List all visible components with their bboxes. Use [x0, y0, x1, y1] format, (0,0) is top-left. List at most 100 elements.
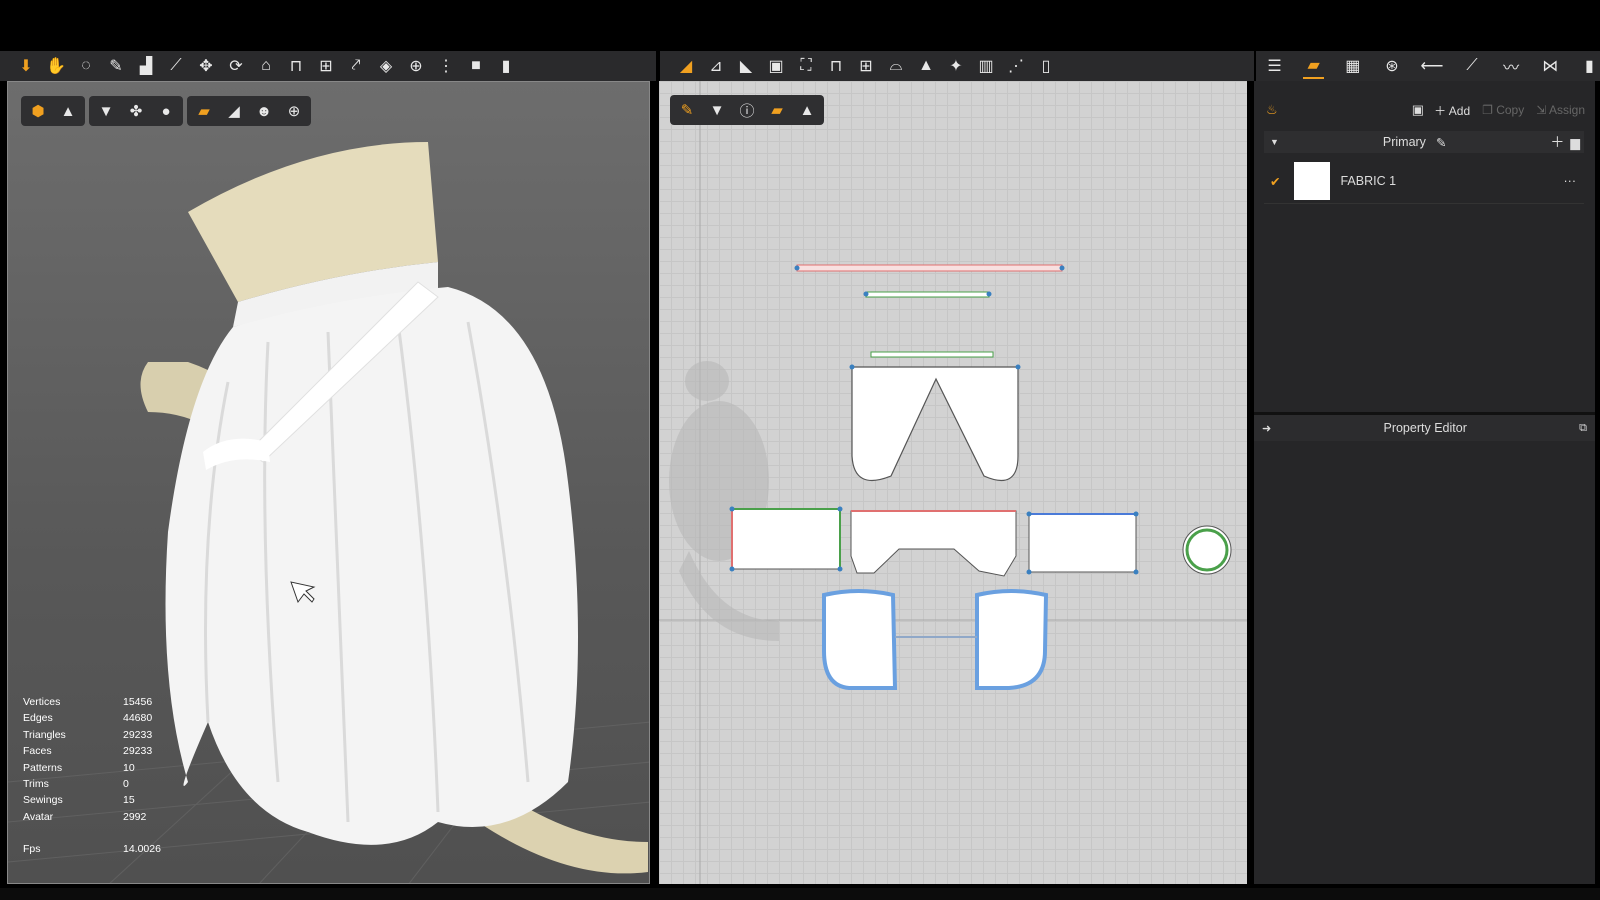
copy-button[interactable]: ❐ Copy	[1482, 103, 1524, 117]
fabric-tab-icon[interactable]: ♨	[1266, 102, 1278, 118]
select-hand-icon[interactable]: ✋	[44, 54, 68, 78]
add-label: Add	[1448, 103, 1471, 118]
assign-label: Assign	[1548, 103, 1585, 117]
pattern-piece-right	[1028, 513, 1137, 573]
arrow-right-icon[interactable]: ➜	[1262, 422, 1271, 435]
viewport-3d-icons: ⬢ ▲ ▼ ✤ ● ▰ ◢ ☻ ⊕	[21, 96, 311, 126]
avatar-view-icon[interactable]: ⬢	[27, 100, 49, 122]
view-group-2d: ✎ ▼ ⓘ ▰ ▲	[670, 95, 824, 125]
object-browser-header: ♨ ▣ ＋ Add ❐ Copy ⇲ Assign	[1254, 99, 1595, 121]
fabric-item[interactable]: ✔ FABRIC 1 ···	[1264, 159, 1584, 204]
viewport-3d[interactable]: ⬢ ▲ ▼ ✤ ● ▰ ◢ ☻ ⊕ Vertices 15456 Edges 446…	[7, 81, 650, 884]
rectangle-icon[interactable]: ▣	[764, 54, 788, 78]
zip-icon[interactable]: 〰	[1501, 54, 1522, 78]
toolbar-panel: ☰ ▰ ▦ ⊛ ⟵ ⟋ 〰 ⋈ ▮	[1256, 51, 1600, 81]
shading-icon[interactable]: ◢	[223, 100, 245, 122]
tshirt-icon[interactable]: ▼	[706, 99, 728, 121]
bow-icon[interactable]: ⋈	[1540, 54, 1561, 78]
lasso-icon[interactable]: ◌	[74, 54, 98, 78]
topstitch-icon[interactable]: ⟵	[1421, 54, 1444, 78]
line-icon[interactable]: ⟋	[1461, 54, 1482, 78]
viewport-2d[interactable]: ✎ ▼ ⓘ ▰ ▲	[659, 81, 1247, 884]
add-fabric-icon[interactable]: ＋	[1550, 132, 1564, 152]
garment-view-icon[interactable]: ▲	[57, 100, 79, 122]
add-button[interactable]: ＋ Add	[1434, 102, 1470, 119]
polygon-icon[interactable]: ◣	[734, 54, 758, 78]
status-bar	[0, 888, 1600, 900]
avatar-silhouette	[669, 361, 779, 641]
tshirt-icon[interactable]: ▼	[95, 100, 117, 122]
pattern-strip-1	[796, 264, 1063, 272]
pointer-icon[interactable]: ⤤	[344, 54, 368, 78]
pattern-piece-ring	[1182, 525, 1232, 575]
internal-polygon-icon[interactable]: ⛶	[794, 54, 818, 78]
view-group-1: ⬢ ▲	[21, 96, 85, 126]
avatar-icon[interactable]: ●	[155, 100, 177, 122]
pin-icon[interactable]: ✥	[194, 54, 218, 78]
property-editor-header: ➜ Property Editor ⧉	[1254, 412, 1595, 441]
folder-icon[interactable]: ▣	[1412, 102, 1424, 118]
line-sewing-icon[interactable]: ⋰	[1004, 54, 1028, 78]
group-row[interactable]: ▼ Primary ✎ ＋ ▆	[1264, 131, 1584, 153]
object-browser: ♨ ▣ ＋ Add ❐ Copy ⇲ Assign ▼ Primary ✎ ＋ …	[1254, 81, 1595, 412]
move-arrow-icon[interactable]: ⬇	[14, 54, 38, 78]
popout-icon[interactable]: ⧉	[1579, 422, 1587, 435]
group-name: Primary	[1382, 135, 1426, 149]
cylinder-icon[interactable]: ▮	[494, 54, 518, 78]
globe-tool-icon[interactable]: ⊕	[404, 54, 428, 78]
pattern-piece-pocket-left	[822, 589, 898, 690]
tshirt-tool-icon[interactable]: ▟	[134, 54, 158, 78]
info-icon[interactable]: ⓘ	[736, 99, 758, 121]
fabric-icon[interactable]: ▰	[1303, 53, 1325, 79]
box-icon[interactable]: ■	[464, 54, 488, 78]
dart-icon[interactable]: ⊓	[824, 54, 848, 78]
edit-pattern-icon[interactable]: ◢	[674, 54, 698, 78]
pattern-piece-pocket-right	[975, 589, 1049, 690]
tack-icon[interactable]: ⊓	[284, 54, 308, 78]
more-icon[interactable]: ···	[1564, 174, 1577, 188]
magnet-icon[interactable]: ◈	[374, 54, 398, 78]
assign-button[interactable]: ⇲ Assign	[1536, 103, 1585, 117]
edit-curvature-icon[interactable]: ⊿	[704, 54, 728, 78]
object-browser-icon[interactable]: ☰	[1264, 54, 1285, 78]
line-tool-icon[interactable]: ⟋	[164, 54, 188, 78]
toolbar-3d: ⬇ ✋ ◌ ✎ ▟ ⟋ ✥ ⟳ ⌂ ⊓ ⊞ ⤤ ◈ ⊕ ⋮ ■ ▮	[0, 51, 656, 81]
fabric-name: FABRIC 1	[1340, 174, 1397, 188]
pleat-icon[interactable]: ▥	[974, 54, 998, 78]
fold-icon[interactable]: ⌂	[254, 54, 278, 78]
fabric-swatch	[1294, 162, 1331, 200]
arrangement-icon[interactable]: ✤	[125, 100, 147, 122]
side-panel: ♨ ▣ ＋ Add ❐ Copy ⇲ Assign ▼ Primary ✎ ＋ …	[1254, 81, 1595, 884]
viewport-2d-icons: ✎ ▼ ⓘ ▰ ▲	[670, 95, 824, 125]
pattern-piece-center	[850, 510, 1017, 577]
pattern-piece-left	[731, 508, 841, 570]
folder-icon[interactable]: ▆	[1570, 135, 1580, 150]
checker-icon[interactable]: ▦	[1342, 54, 1363, 78]
grid-icon[interactable]: ⊞	[854, 54, 878, 78]
light-icon[interactable]: ☻	[253, 100, 275, 122]
property-editor-title: Property Editor	[1383, 421, 1467, 435]
edit-tool-icon[interactable]: ✎	[676, 99, 698, 121]
ruler-icon[interactable]: ▯	[1034, 54, 1058, 78]
toolbar-2d: ◢ ⊿ ◣ ▣ ⛶ ⊓ ⊞ ⌓ ▲ ✦ ▥ ⋰ ▯	[660, 51, 1254, 81]
trace-icon[interactable]: ✦	[944, 54, 968, 78]
globe-icon[interactable]: ⊕	[283, 100, 305, 122]
zipper-icon[interactable]: ⋮	[434, 54, 458, 78]
check-icon[interactable]: ✔	[1270, 174, 1280, 189]
tshirt-icon[interactable]: ▲	[914, 54, 938, 78]
pattern-strip-3	[870, 351, 994, 358]
copy-label: Copy	[1496, 103, 1525, 117]
measure-icon[interactable]: ▮	[1579, 54, 1600, 78]
garment-icon[interactable]: ▲	[796, 99, 818, 121]
fabric-icon[interactable]: ▰	[766, 99, 788, 121]
grid-icon[interactable]: ⊞	[314, 54, 338, 78]
title-bar	[0, 0, 1600, 51]
rotate-icon[interactable]: ⟳	[224, 54, 248, 78]
brush-icon[interactable]: ✎	[104, 54, 128, 78]
rename-icon[interactable]: ✎	[1436, 135, 1446, 150]
skirt	[165, 287, 578, 845]
sewing-icon[interactable]: ⌓	[884, 54, 908, 78]
collapse-icon[interactable]: ▼	[1270, 137, 1279, 147]
fabric-texture-icon[interactable]: ▰	[193, 100, 215, 122]
button-icon[interactable]: ⊛	[1381, 54, 1402, 78]
